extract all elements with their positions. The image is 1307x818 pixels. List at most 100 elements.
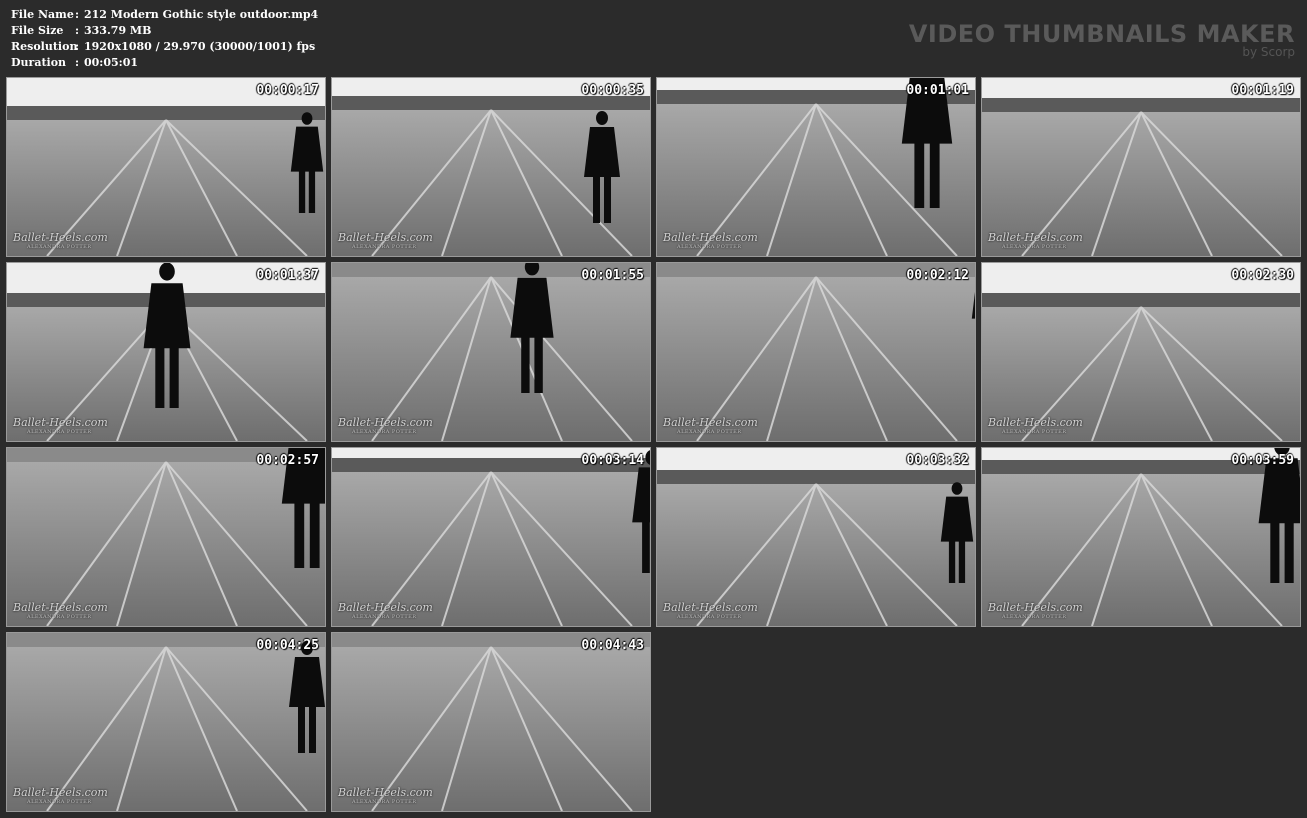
timestamp: 00:03:14 (581, 453, 644, 468)
watermark: Ballet-Heels.com ALEXANDRA POTTER (988, 601, 1083, 620)
watermark: Ballet-Heels.com ALEXANDRA POTTER (988, 231, 1083, 250)
watermark: Ballet-Heels.com ALEXANDRA POTTER (13, 231, 108, 250)
separator: : (75, 56, 80, 69)
timestamp: 00:00:17 (256, 83, 319, 98)
timestamp: 00:03:59 (1231, 453, 1294, 468)
watermark-main: Ballet-Heels.com (988, 601, 1083, 614)
watermark-sub: ALEXANDRA POTTER (27, 244, 92, 250)
thumbnail[interactable]: 00:01:01 Ballet-Heels.com ALEXANDRA POTTER (656, 77, 976, 257)
brand-logo: VIDEO THUMBNAILS MAKER by Scorp (909, 20, 1295, 58)
file-size-row: File Size : 333.79 MB (11, 23, 318, 39)
video-frame (657, 78, 975, 256)
watermark: Ballet-Heels.com ALEXANDRA POTTER (663, 231, 758, 250)
watermark-sub: ALEXANDRA POTTER (1002, 614, 1067, 620)
watermark-main: Ballet-Heels.com (338, 416, 433, 429)
watermark: Ballet-Heels.com ALEXANDRA POTTER (338, 786, 433, 805)
watermark-sub: ALEXANDRA POTTER (27, 799, 92, 805)
thumbnail[interactable]: 00:00:17 Ballet-Heels.com ALEXANDRA POTTER (6, 77, 326, 257)
thumbnail[interactable]: 00:04:43 Ballet-Heels.com ALEXANDRA POTTER (331, 632, 651, 812)
thumbnail[interactable]: 00:03:14 Ballet-Heels.com ALEXANDRA POTTER (331, 447, 651, 627)
video-frame (7, 633, 325, 811)
video-frame (7, 78, 325, 256)
thumbnail[interactable]: 00:01:55 Ballet-Heels.com ALEXANDRA POTTER (331, 262, 651, 442)
separator: : (75, 40, 80, 53)
watermark-sub: ALEXANDRA POTTER (677, 614, 742, 620)
watermark-main: Ballet-Heels.com (663, 416, 758, 429)
timestamp: 00:01:19 (1231, 83, 1294, 98)
resolution-label: Resolution (11, 40, 78, 53)
watermark: Ballet-Heels.com ALEXANDRA POTTER (13, 416, 108, 435)
video-frame (332, 448, 650, 626)
file-name-value: 212 Modern Gothic style outdoor.mp4 (84, 8, 319, 21)
file-name-label: File Name (11, 8, 74, 21)
timestamp: 00:01:01 (906, 83, 969, 98)
thumbnail[interactable]: 00:03:32 Ballet-Heels.com ALEXANDRA POTTER (656, 447, 976, 627)
watermark-main: Ballet-Heels.com (663, 601, 758, 614)
timestamp: 00:04:43 (581, 638, 644, 653)
file-size-label: File Size (11, 24, 64, 37)
watermark-main: Ballet-Heels.com (988, 231, 1083, 244)
watermark-sub: ALEXANDRA POTTER (27, 429, 92, 435)
watermark-main: Ballet-Heels.com (13, 231, 108, 244)
watermark: Ballet-Heels.com ALEXANDRA POTTER (13, 601, 108, 620)
timestamp: 00:01:55 (581, 268, 644, 283)
watermark-sub: ALEXANDRA POTTER (352, 429, 417, 435)
video-frame (7, 448, 325, 626)
watermark-main: Ballet-Heels.com (663, 231, 758, 244)
separator: : (75, 24, 80, 37)
watermark-sub: ALEXANDRA POTTER (1002, 244, 1067, 250)
thumbnail[interactable]: 00:04:25 Ballet-Heels.com ALEXANDRA POTTER (6, 632, 326, 812)
watermark-sub: ALEXANDRA POTTER (352, 614, 417, 620)
watermark: Ballet-Heels.com ALEXANDRA POTTER (988, 416, 1083, 435)
timestamp: 00:02:57 (256, 453, 319, 468)
video-frame (332, 78, 650, 256)
resolution-value: 1920x1080 / 29.970 (30000/1001) fps (84, 40, 316, 53)
watermark-sub: ALEXANDRA POTTER (352, 799, 417, 805)
watermark-main: Ballet-Heels.com (13, 416, 108, 429)
video-frame (982, 263, 1300, 441)
resolution-row: Resolution : 1920x1080 / 29.970 (30000/1… (11, 39, 318, 55)
thumbnail[interactable]: 00:03:59 Ballet-Heels.com ALEXANDRA POTTER (981, 447, 1301, 627)
duration-value: 00:05:01 (84, 56, 139, 69)
file-info: File Name : 212 Modern Gothic style outd… (11, 7, 318, 71)
timestamp: 00:04:25 (256, 638, 319, 653)
thumbnail[interactable]: 00:01:19 Ballet-Heels.com ALEXANDRA POTTER (981, 77, 1301, 257)
watermark-main: Ballet-Heels.com (338, 601, 433, 614)
watermark: Ballet-Heels.com ALEXANDRA POTTER (663, 601, 758, 620)
watermark-main: Ballet-Heels.com (338, 231, 433, 244)
watermark-sub: ALEXANDRA POTTER (677, 244, 742, 250)
watermark-sub: ALEXANDRA POTTER (27, 614, 92, 620)
separator: : (75, 8, 80, 21)
watermark-main: Ballet-Heels.com (338, 786, 433, 799)
video-frame (982, 448, 1300, 626)
file-size-value: 333.79 MB (84, 24, 152, 37)
duration-row: Duration : 00:05:01 (11, 55, 318, 71)
video-frame (332, 633, 650, 811)
watermark-sub: ALEXANDRA POTTER (677, 429, 742, 435)
thumbnail[interactable]: 00:02:57 Ballet-Heels.com ALEXANDRA POTTER (6, 447, 326, 627)
watermark: Ballet-Heels.com ALEXANDRA POTTER (338, 601, 433, 620)
timestamp: 00:03:32 (906, 453, 969, 468)
timestamp: 00:01:37 (256, 268, 319, 283)
video-frame (7, 263, 325, 441)
timestamp: 00:02:12 (906, 268, 969, 283)
timestamp: 00:00:35 (581, 83, 644, 98)
timestamp: 00:02:30 (1231, 268, 1294, 283)
watermark-main: Ballet-Heels.com (13, 786, 108, 799)
thumbnail[interactable]: 00:02:30 Ballet-Heels.com ALEXANDRA POTTER (981, 262, 1301, 442)
watermark: Ballet-Heels.com ALEXANDRA POTTER (13, 786, 108, 805)
thumbnail[interactable]: 00:01:37 Ballet-Heels.com ALEXANDRA POTTER (6, 262, 326, 442)
watermark-sub: ALEXANDRA POTTER (352, 244, 417, 250)
brand-title: VIDEO THUMBNAILS MAKER (908, 20, 1295, 48)
thumbnail[interactable]: 00:02:12 Ballet-Heels.com ALEXANDRA POTTER (656, 262, 976, 442)
video-frame (332, 263, 650, 441)
watermark: Ballet-Heels.com ALEXANDRA POTTER (338, 416, 433, 435)
file-name-row: File Name : 212 Modern Gothic style outd… (11, 7, 318, 23)
duration-label: Duration (11, 56, 67, 69)
watermark: Ballet-Heels.com ALEXANDRA POTTER (663, 416, 758, 435)
watermark-sub: ALEXANDRA POTTER (1002, 429, 1067, 435)
video-frame (657, 263, 975, 441)
watermark: Ballet-Heels.com ALEXANDRA POTTER (338, 231, 433, 250)
video-frame (657, 448, 975, 626)
thumbnail[interactable]: 00:00:35 Ballet-Heels.com ALEXANDRA POTTER (331, 77, 651, 257)
